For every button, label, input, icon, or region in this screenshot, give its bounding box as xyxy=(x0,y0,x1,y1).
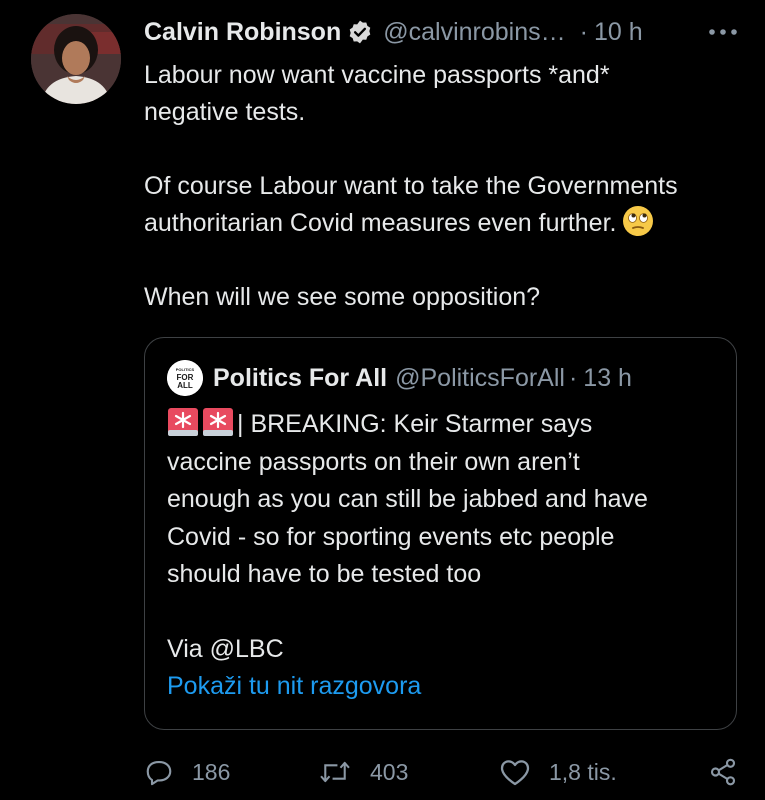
siren-emoji-icon xyxy=(202,406,234,438)
quoted-tweet[interactable]: POLITICS FOR ALL Politics For All @Polit… xyxy=(144,337,737,730)
tweet-text-line: When will we see some opposition? xyxy=(144,283,541,311)
like-count: 1,8 tis. xyxy=(549,758,617,785)
share-button[interactable] xyxy=(708,752,738,792)
tweet-text-line: negative tests. xyxy=(144,98,306,126)
reply-icon xyxy=(146,760,172,786)
siren-emoji-icon xyxy=(167,406,199,438)
share-icon xyxy=(710,758,736,786)
quoted-text-line: | BREAKING: Keir Starmer says xyxy=(167,406,722,444)
retweet-button[interactable]: 403 xyxy=(318,752,408,792)
reply-count: 186 xyxy=(192,758,231,785)
quoted-tweet-header: Politics For All @PoliticsForAll · 13 h xyxy=(213,360,632,396)
rolling-eyes-emoji-icon xyxy=(622,205,654,237)
quoted-author-handle: @PoliticsForAll xyxy=(395,363,565,392)
author-display-name[interactable]: Calvin Robinson xyxy=(144,18,341,47)
tweet-text: Labour now want vaccine passports *and* … xyxy=(144,57,754,316)
quoted-author-display-name: Politics For All xyxy=(213,363,388,392)
verified-badge-icon xyxy=(347,19,373,45)
quoted-tweet-timestamp: 13 h xyxy=(583,363,632,392)
tweet[interactable]: Calvin Robinson @calvinrobins… · 10 h La… xyxy=(0,0,765,800)
author-handle[interactable]: @calvinrobins… xyxy=(383,18,565,47)
show-thread-link[interactable]: Pokaži tu nit razgovora xyxy=(167,672,421,701)
tweet-text-line: Of course Labour want to take the Govern… xyxy=(144,172,678,200)
tweet-text-line: authoritarian Covid measures even furthe… xyxy=(144,205,754,242)
retweet-icon xyxy=(320,761,350,783)
quoted-text-line: enough as you can still be jabbed and ha… xyxy=(167,485,648,513)
tweet-text-line: Labour now want vaccine passports *and* xyxy=(144,61,610,89)
quoted-author-avatar: POLITICS FOR ALL xyxy=(167,360,203,396)
quoted-text-line: Covid - so for sporting events etc peopl… xyxy=(167,522,615,551)
quoted-text-line: vaccine passports on their own aren’t xyxy=(167,447,580,476)
reply-button[interactable]: 186 xyxy=(144,752,230,792)
quoted-text-line: should have to be tested too xyxy=(167,560,482,588)
more-options-icon[interactable] xyxy=(705,18,741,46)
logo-text-all: ALL xyxy=(177,381,193,390)
heart-icon xyxy=(500,760,530,786)
quoted-header-separator: · xyxy=(568,363,578,392)
quoted-text-segment: | BREAKING: Keir Starmer says xyxy=(237,410,593,438)
retweet-count: 403 xyxy=(370,758,409,785)
like-button[interactable]: 1,8 tis. xyxy=(499,752,617,792)
quoted-tweet-text: | BREAKING: Keir Starmer says vaccine pa… xyxy=(167,406,722,668)
quoted-text-line: Via @LBC xyxy=(167,634,284,663)
tweet-timestamp[interactable]: 10 h xyxy=(594,18,643,47)
author-avatar[interactable] xyxy=(31,14,121,104)
tweet-text-segment: authoritarian Covid measures even furthe… xyxy=(144,209,617,237)
header-separator: · xyxy=(579,17,588,46)
tweet-header: Calvin Robinson @calvinrobins… · 10 h xyxy=(144,14,744,50)
tweet-actions: 186 403 1,8 tis. xyxy=(144,752,744,792)
logo-text-small: POLITICS xyxy=(176,367,195,372)
